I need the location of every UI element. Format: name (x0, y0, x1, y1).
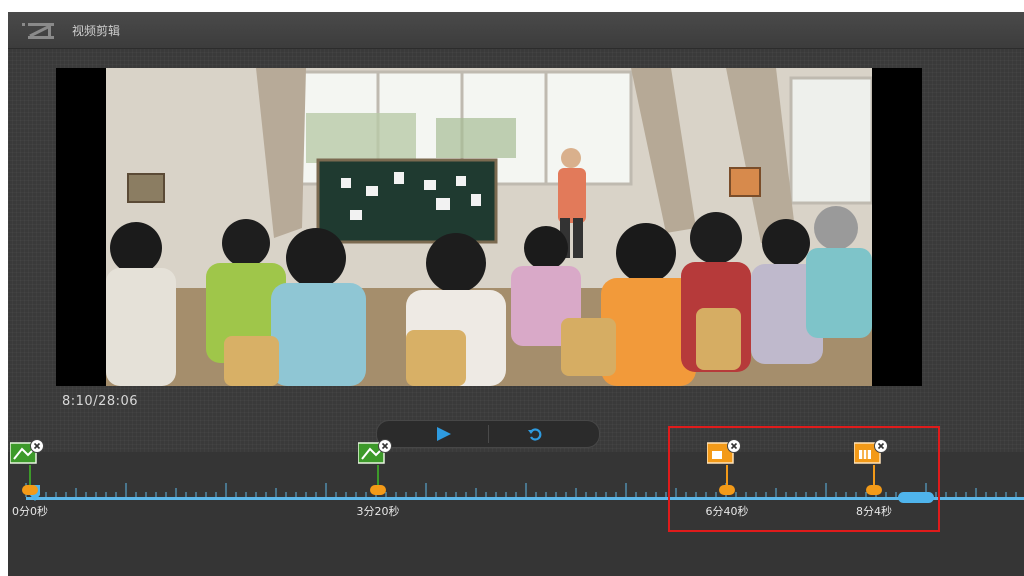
highlight-box (668, 426, 940, 532)
classroom-video-image (106, 68, 872, 386)
marker-time-label: 0分0秒 (12, 505, 48, 518)
marker-dot[interactable] (370, 485, 386, 495)
scene-marker-icon[interactable] (10, 439, 44, 465)
controls-divider (488, 425, 489, 443)
app-logo-icon (22, 23, 54, 39)
time-readout: 8:10/28:06 (62, 394, 139, 409)
title-bar: 视频剪辑 (8, 12, 1024, 49)
marker-time-label: 3分20秒 (356, 505, 400, 518)
play-icon[interactable] (437, 427, 451, 441)
playback-controls (376, 420, 600, 448)
marker-dot[interactable] (22, 485, 38, 495)
video-editor-window: 视频剪辑 8:10/28:06 0分0秒 3分20秒 6分40秒 8分4秒 (8, 12, 1024, 576)
replay-icon[interactable] (527, 426, 543, 442)
video-frame-classroom (106, 68, 872, 386)
app-title: 视频剪辑 (72, 24, 121, 38)
video-player[interactable] (56, 68, 922, 386)
scene-marker-icon[interactable] (358, 439, 392, 465)
